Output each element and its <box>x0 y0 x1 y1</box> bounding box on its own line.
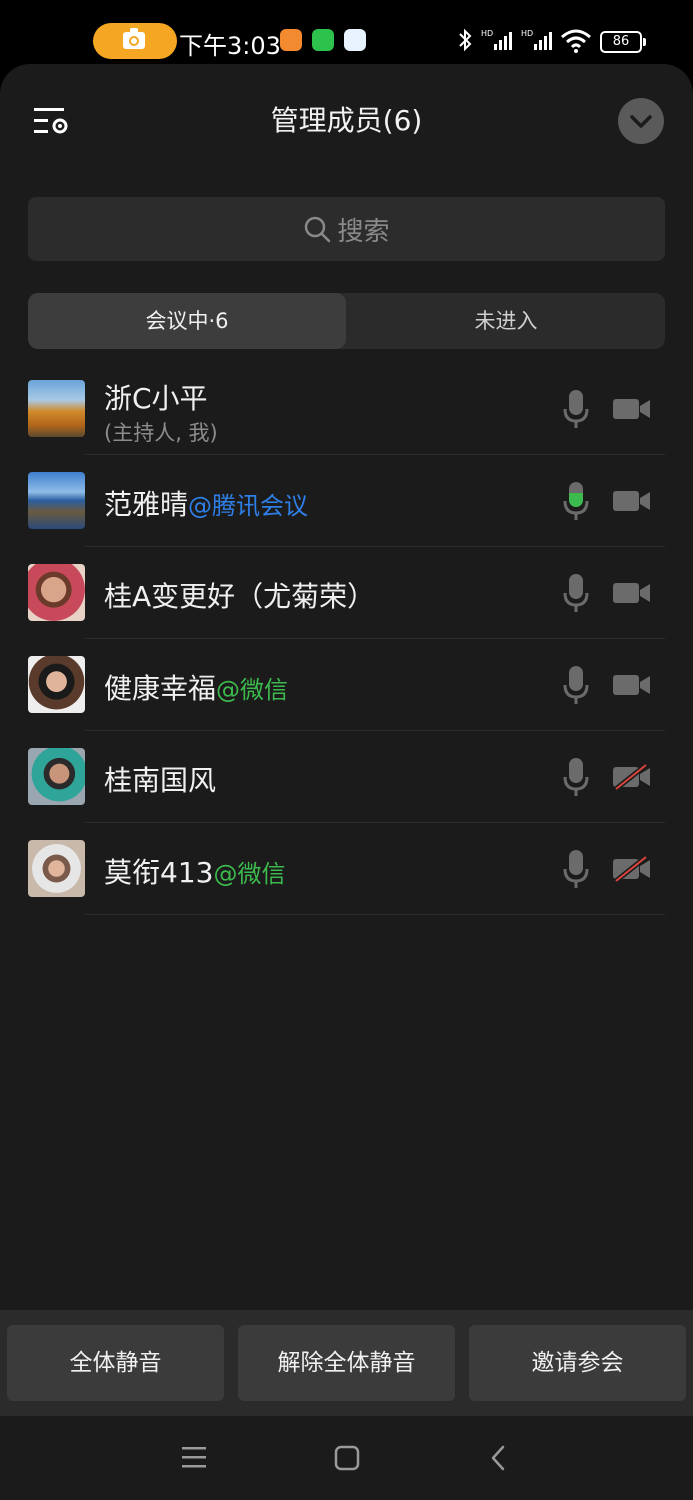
search-placeholder: 搜索 <box>337 216 390 247</box>
cell-signal-icon: HD <box>481 29 512 50</box>
microphone-icon[interactable] <box>562 664 590 706</box>
status-time: 下午3:03 <box>179 32 281 60</box>
tab-in-meeting[interactable]: 会议中·6 <box>28 293 346 349</box>
wifi-icon <box>561 29 591 53</box>
chevron-down-icon <box>630 115 652 128</box>
message-app-icon <box>344 29 366 51</box>
tab-not-joined[interactable]: 未进入 <box>347 293 665 349</box>
member-source-tag: @腾讯会议 <box>188 492 309 520</box>
member-name: 健康幸福@微信 <box>104 672 289 705</box>
bluetooth-icon <box>459 28 472 52</box>
video-camera-icon[interactable] <box>612 396 652 422</box>
microphone-icon[interactable] <box>562 756 590 798</box>
avatar <box>28 840 85 897</box>
mute-all-button[interactable]: 全体静音 <box>7 1325 224 1401</box>
avatar <box>28 472 85 529</box>
member-role: (主持人, 我) <box>104 421 218 445</box>
home-icon[interactable] <box>333 1444 361 1472</box>
member-source-tag: @微信 <box>213 860 286 888</box>
avatar <box>28 748 85 805</box>
list-item[interactable]: 莫衔413@微信 <box>0 823 693 915</box>
video-off-icon[interactable] <box>612 764 652 790</box>
unmute-all-button[interactable]: 解除全体静音 <box>238 1325 455 1401</box>
invite-button[interactable]: 邀请参会 <box>469 1325 686 1401</box>
microphone-icon[interactable] <box>562 848 590 890</box>
back-icon[interactable] <box>488 1444 510 1472</box>
video-camera-icon[interactable] <box>612 488 652 514</box>
bottom-action-bar: 全体静音 解除全体静音 邀请参会 <box>0 1310 693 1416</box>
member-name: 桂南国风 <box>104 764 217 797</box>
member-name: 桂A变更好（尤菊荣） <box>104 580 376 613</box>
microphone-icon[interactable] <box>562 572 590 614</box>
member-tabs: 会议中·6 未进入 <box>28 293 665 349</box>
video-camera-icon[interactable] <box>612 672 652 698</box>
member-name: 莫衔413@微信 <box>104 856 286 889</box>
video-camera-icon[interactable] <box>612 580 652 606</box>
member-management-panel: 管理成员(6) 搜索 会议中·6 未进入 浙C小平 (主持人, 我) 范雅晴@腾… <box>0 64 693 1500</box>
list-item[interactable]: 桂A变更好（尤菊荣） <box>0 547 693 639</box>
video-off-icon[interactable] <box>612 856 652 882</box>
collapse-button[interactable] <box>618 98 664 144</box>
menu-icon[interactable] <box>180 1444 208 1470</box>
search-icon <box>305 216 331 243</box>
list-item[interactable]: 健康幸福@微信 <box>0 639 693 731</box>
system-nav-bar <box>0 1416 693 1500</box>
svg-text:HD: HD <box>481 29 493 38</box>
status-bar: 下午3:03 HD HD 86 <box>0 0 693 64</box>
list-item[interactable]: 浙C小平 (主持人, 我) <box>0 363 693 455</box>
avatar <box>28 380 85 437</box>
microphone-active-icon[interactable] <box>562 480 590 522</box>
wechat-icon <box>312 29 334 51</box>
page-title: 管理成员(6) <box>270 104 423 137</box>
list-item[interactable]: 桂南国风 <box>0 731 693 823</box>
cell-signal-icon: HD <box>521 29 552 50</box>
divider <box>85 914 665 915</box>
member-name: 浙C小平 <box>104 382 208 415</box>
camera-icon <box>123 28 145 49</box>
svg-text:HD: HD <box>521 29 533 38</box>
microphone-icon[interactable] <box>562 388 590 430</box>
member-source-tag: @微信 <box>216 676 289 704</box>
app-notification-icon <box>280 29 302 51</box>
battery-indicator: 86 <box>600 31 646 53</box>
avatar <box>28 564 85 621</box>
avatar <box>28 656 85 713</box>
member-name: 范雅晴@腾讯会议 <box>104 488 309 521</box>
screen-record-indicator[interactable] <box>93 23 177 59</box>
search-input[interactable]: 搜索 <box>28 197 665 261</box>
list-item[interactable]: 范雅晴@腾讯会议 <box>0 455 693 547</box>
